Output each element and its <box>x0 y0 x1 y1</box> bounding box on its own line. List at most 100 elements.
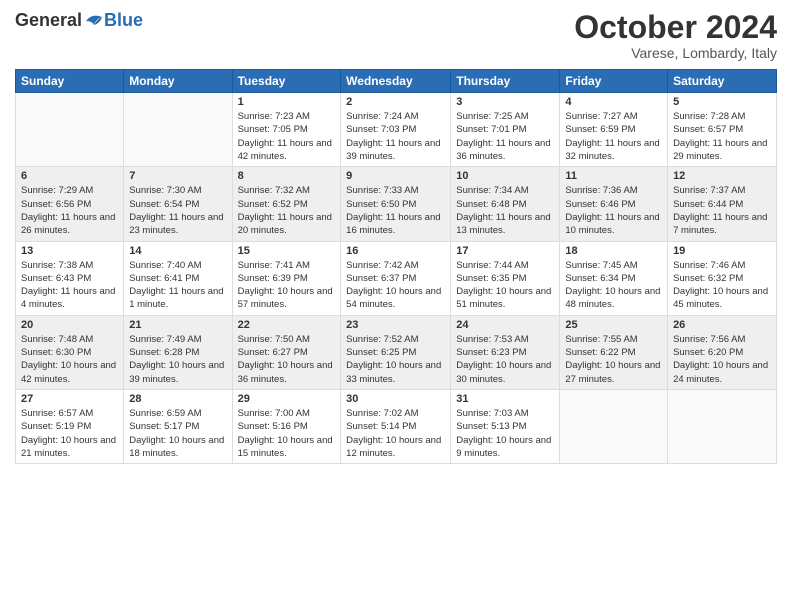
table-row: 26Sunrise: 7:56 AM Sunset: 6:20 PM Dayli… <box>668 315 777 389</box>
day-number: 18 <box>565 245 662 257</box>
day-number: 28 <box>129 393 226 405</box>
table-row: 16 Sunrise: 7:42 AM Sunset: 6:37 PM Dayli… <box>341 241 451 315</box>
table-row: 15Sunrise: 7:41 AM Sunset: 6:39 PM Dayli… <box>232 241 341 315</box>
day-number: 25 <box>565 319 662 331</box>
day-number: 12 <box>673 170 771 182</box>
day-info: Sunrise: 7:33 AM Sunset: 6:50 PM Dayligh… <box>346 184 445 237</box>
day-info: Sunrise: 7:36 AM Sunset: 6:46 PM Dayligh… <box>565 184 662 237</box>
calendar-week-5: 27 Sunrise: 6:57 AM Sunset: 5:19 PM Dayli… <box>16 389 777 463</box>
month-title: October 2024 <box>574 10 777 45</box>
calendar-week-2: 6 Sunrise: 7:29 AM Sunset: 6:56 PM Daylig… <box>16 167 777 241</box>
day-number: 16 <box>346 245 445 257</box>
day-info: Sunrise: 7:23 AM Sunset: 7:05 PM Dayligh… <box>238 110 336 163</box>
day-info: Sunrise: 7:42 AM Sunset: 6:37 PM Dayligh… <box>346 259 445 312</box>
table-row: 6 Sunrise: 7:29 AM Sunset: 6:56 PM Daylig… <box>16 167 124 241</box>
table-row: 31 Sunrise: 7:03 AM Sunset: 5:13 PM Dayli… <box>451 389 560 463</box>
day-number: 22 <box>238 319 336 331</box>
day-info: Sunrise: 7:44 AM Sunset: 6:35 PM Dayligh… <box>456 259 554 312</box>
day-info: Sunrise: 7:56 AM Sunset: 6:20 PM Dayligh… <box>673 333 771 386</box>
page: General Blue October 2024 Varese, Lombar… <box>0 0 792 612</box>
table-row: 17Sunrise: 7:44 AM Sunset: 6:35 PM Dayli… <box>451 241 560 315</box>
day-number: 10 <box>456 170 554 182</box>
day-info: Sunrise: 7:25 AM Sunset: 7:01 PM Dayligh… <box>456 110 554 163</box>
logo: General Blue <box>15 10 143 31</box>
col-thursday: Thursday <box>451 70 560 93</box>
day-number: 4 <box>565 96 662 108</box>
day-info: Sunrise: 7:37 AM Sunset: 6:44 PM Dayligh… <box>673 184 771 237</box>
day-number: 11 <box>565 170 662 182</box>
day-info: Sunrise: 6:57 AM Sunset: 5:19 PM Dayligh… <box>21 407 118 460</box>
day-info: Sunrise: 7:03 AM Sunset: 5:13 PM Dayligh… <box>456 407 554 460</box>
logo-bird-icon <box>84 11 104 31</box>
day-info: Sunrise: 7:45 AM Sunset: 6:34 PM Dayligh… <box>565 259 662 312</box>
day-number: 6 <box>21 170 118 182</box>
day-number: 14 <box>129 245 226 257</box>
header: General Blue October 2024 Varese, Lombar… <box>15 10 777 61</box>
day-info: Sunrise: 7:38 AM Sunset: 6:43 PM Dayligh… <box>21 259 118 312</box>
table-row: 11 Sunrise: 7:36 AM Sunset: 6:46 PM Dayli… <box>560 167 668 241</box>
day-info: Sunrise: 7:50 AM Sunset: 6:27 PM Dayligh… <box>238 333 336 386</box>
logo-blue-text: Blue <box>104 10 143 31</box>
day-number: 9 <box>346 170 445 182</box>
day-info: Sunrise: 7:24 AM Sunset: 7:03 PM Dayligh… <box>346 110 445 163</box>
location: Varese, Lombardy, Italy <box>574 45 777 61</box>
day-info: Sunrise: 7:29 AM Sunset: 6:56 PM Dayligh… <box>21 184 118 237</box>
title-section: October 2024 Varese, Lombardy, Italy <box>574 10 777 61</box>
day-info: Sunrise: 7:52 AM Sunset: 6:25 PM Dayligh… <box>346 333 445 386</box>
table-row: 4 Sunrise: 7:27 AM Sunset: 6:59 PM Daylig… <box>560 93 668 167</box>
day-number: 27 <box>21 393 118 405</box>
table-row: 24Sunrise: 7:53 AM Sunset: 6:23 PM Dayli… <box>451 315 560 389</box>
day-number: 13 <box>21 245 118 257</box>
table-row: 9 Sunrise: 7:33 AM Sunset: 6:50 PM Daylig… <box>341 167 451 241</box>
table-row <box>668 389 777 463</box>
day-info: Sunrise: 7:28 AM Sunset: 6:57 PM Dayligh… <box>673 110 771 163</box>
table-row: 10Sunrise: 7:34 AM Sunset: 6:48 PM Dayli… <box>451 167 560 241</box>
day-number: 5 <box>673 96 771 108</box>
day-number: 15 <box>238 245 336 257</box>
calendar-week-4: 20 Sunrise: 7:48 AM Sunset: 6:30 PM Dayli… <box>16 315 777 389</box>
table-row: 18 Sunrise: 7:45 AM Sunset: 6:34 PM Dayli… <box>560 241 668 315</box>
table-row: 30Sunrise: 7:02 AM Sunset: 5:14 PM Dayli… <box>341 389 451 463</box>
col-saturday: Saturday <box>668 70 777 93</box>
table-row: 27 Sunrise: 6:57 AM Sunset: 5:19 PM Dayli… <box>16 389 124 463</box>
day-info: Sunrise: 7:49 AM Sunset: 6:28 PM Dayligh… <box>129 333 226 386</box>
table-row: 8Sunrise: 7:32 AM Sunset: 6:52 PM Daylig… <box>232 167 341 241</box>
table-row: 13 Sunrise: 7:38 AM Sunset: 6:43 PM Dayli… <box>16 241 124 315</box>
day-info: Sunrise: 7:46 AM Sunset: 6:32 PM Dayligh… <box>673 259 771 312</box>
calendar-table: Sunday Monday Tuesday Wednesday Thursday… <box>15 69 777 464</box>
day-info: Sunrise: 7:27 AM Sunset: 6:59 PM Dayligh… <box>565 110 662 163</box>
day-info: Sunrise: 7:55 AM Sunset: 6:22 PM Dayligh… <box>565 333 662 386</box>
table-row: 29Sunrise: 7:00 AM Sunset: 5:16 PM Dayli… <box>232 389 341 463</box>
day-info: Sunrise: 7:30 AM Sunset: 6:54 PM Dayligh… <box>129 184 226 237</box>
calendar-week-3: 13 Sunrise: 7:38 AM Sunset: 6:43 PM Dayli… <box>16 241 777 315</box>
table-row: 23 Sunrise: 7:52 AM Sunset: 6:25 PM Dayli… <box>341 315 451 389</box>
table-row: 2Sunrise: 7:24 AM Sunset: 7:03 PM Daylig… <box>341 93 451 167</box>
table-row: 1 Sunrise: 7:23 AM Sunset: 7:05 PM Daylig… <box>232 93 341 167</box>
day-info: Sunrise: 7:02 AM Sunset: 5:14 PM Dayligh… <box>346 407 445 460</box>
day-number: 20 <box>21 319 118 331</box>
table-row <box>124 93 232 167</box>
day-number: 24 <box>456 319 554 331</box>
table-row: 19 Sunrise: 7:46 AM Sunset: 6:32 PM Dayli… <box>668 241 777 315</box>
day-info: Sunrise: 7:48 AM Sunset: 6:30 PM Dayligh… <box>21 333 118 386</box>
calendar-header-row: Sunday Monday Tuesday Wednesday Thursday… <box>16 70 777 93</box>
day-number: 1 <box>238 96 336 108</box>
table-row: 7 Sunrise: 7:30 AM Sunset: 6:54 PM Daylig… <box>124 167 232 241</box>
col-wednesday: Wednesday <box>341 70 451 93</box>
day-number: 19 <box>673 245 771 257</box>
day-info: Sunrise: 6:59 AM Sunset: 5:17 PM Dayligh… <box>129 407 226 460</box>
table-row <box>16 93 124 167</box>
day-number: 23 <box>346 319 445 331</box>
col-sunday: Sunday <box>16 70 124 93</box>
table-row: 14Sunrise: 7:40 AM Sunset: 6:41 PM Dayli… <box>124 241 232 315</box>
table-row: 22 Sunrise: 7:50 AM Sunset: 6:27 PM Dayli… <box>232 315 341 389</box>
table-row: 5 Sunrise: 7:28 AM Sunset: 6:57 PM Daylig… <box>668 93 777 167</box>
day-number: 31 <box>456 393 554 405</box>
col-monday: Monday <box>124 70 232 93</box>
table-row: 25 Sunrise: 7:55 AM Sunset: 6:22 PM Dayli… <box>560 315 668 389</box>
day-info: Sunrise: 7:00 AM Sunset: 5:16 PM Dayligh… <box>238 407 336 460</box>
day-number: 3 <box>456 96 554 108</box>
day-number: 21 <box>129 319 226 331</box>
calendar-week-1: 1 Sunrise: 7:23 AM Sunset: 7:05 PM Daylig… <box>16 93 777 167</box>
day-number: 7 <box>129 170 226 182</box>
